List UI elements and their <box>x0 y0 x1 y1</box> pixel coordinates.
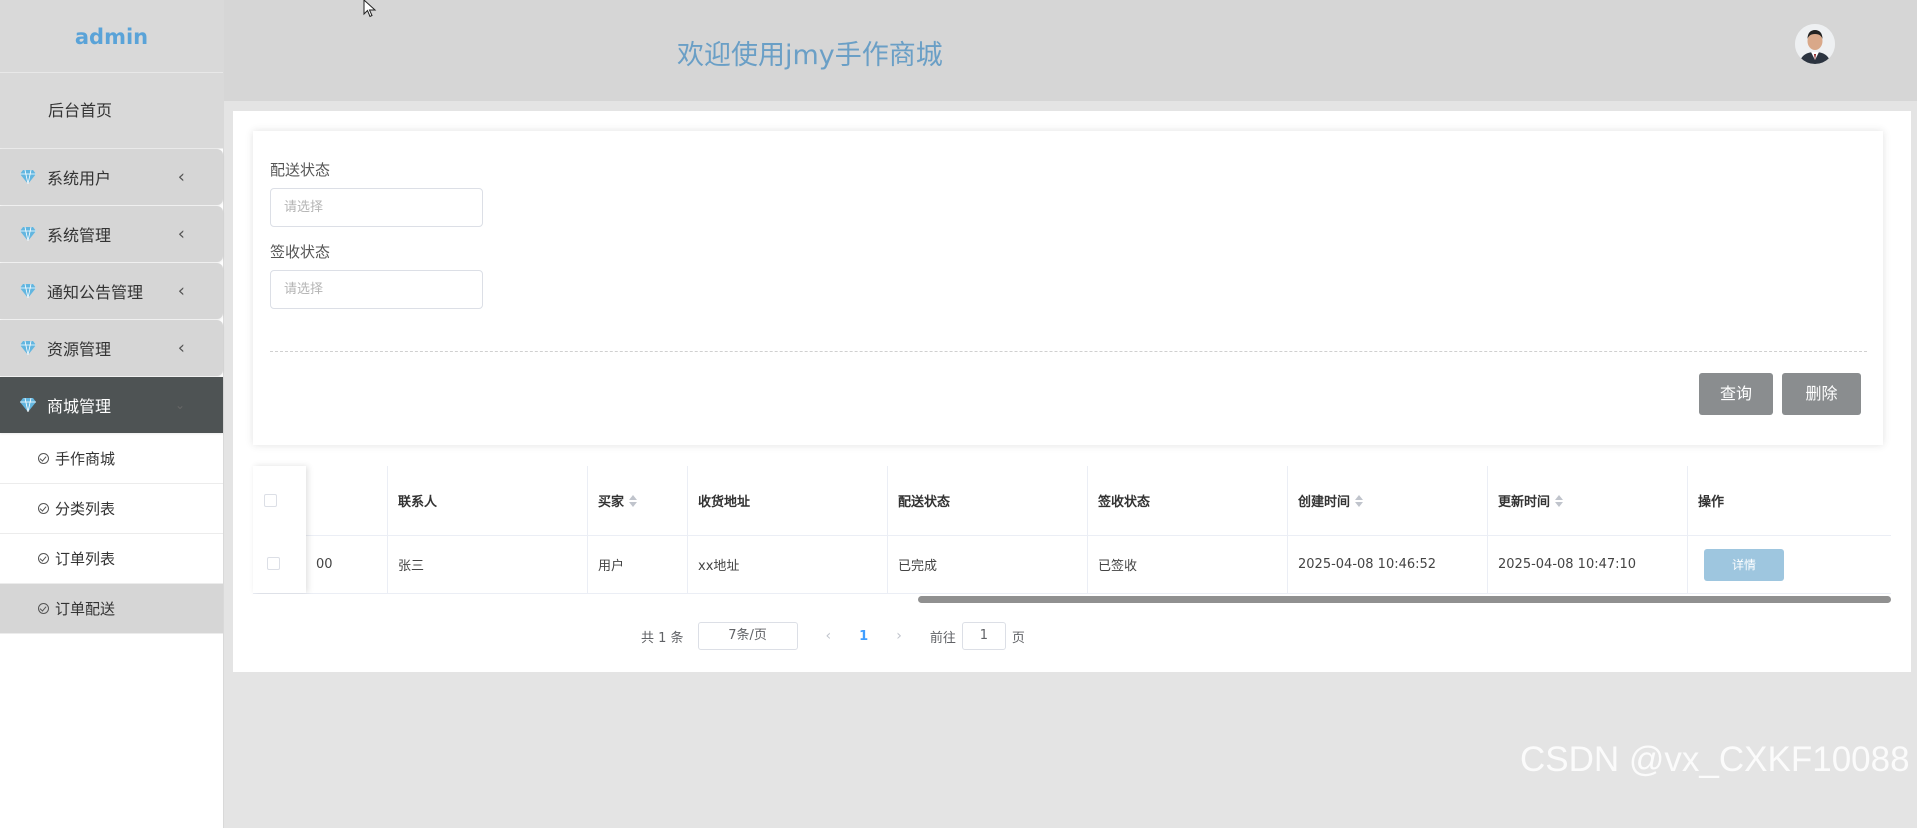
sidebar-item-system-users[interactable]: 系统用户 ‹ <box>0 149 223 205</box>
sidebar-item-resources[interactable]: 资源管理 ‹ <box>0 320 223 376</box>
cell-contact: 张三 <box>388 536 588 593</box>
check-circle-icon <box>38 453 49 464</box>
search-form: 配送状态 请选择 签收状态 请选择 查询 删除 <box>253 131 1883 445</box>
delivery-status-select[interactable]: 请选择 <box>270 188 483 227</box>
sort-icon[interactable] <box>1355 494 1364 507</box>
sidebar-subitem-order-delivery[interactable]: 订单配送 <box>0 584 223 634</box>
diamond-icon <box>20 341 36 355</box>
table-header-receipt: 签收状态 <box>1088 466 1288 535</box>
sidebar-item-mall[interactable]: 商城管理 ⌄ <box>0 377 223 433</box>
cell-receipt-status: 已签收 <box>1088 536 1288 593</box>
sort-icon[interactable] <box>1555 494 1564 507</box>
delete-button[interactable]: 删除 <box>1782 373 1861 415</box>
logo-text: admin <box>0 0 223 73</box>
watermark-text: CSDN @vx_CXKF10088 <box>1520 740 1910 779</box>
check-circle-icon <box>38 553 49 564</box>
cell-id: 00 <box>306 536 388 593</box>
sidebar-subitem-handmade-shop[interactable]: 手作商城 <box>0 434 223 484</box>
data-table: 联系人 买家 收货地址 配送状态 签收状态 创建时间 更新时间 操作 00 张三… <box>253 466 1891 605</box>
cell-buyer: 用户 <box>588 536 688 593</box>
sidebar-subitem-label: 手作商城 <box>55 450 116 468</box>
sort-icon[interactable] <box>629 494 638 507</box>
page-suffix: 页 <box>1011 630 1025 646</box>
chevron-left-icon: ‹ <box>177 337 185 359</box>
cell-created-time: 2025-04-08 10:46:52 <box>1288 536 1488 593</box>
sidebar-item-notices[interactable]: 通知公告管理 ‹ <box>0 263 223 319</box>
cell-delivery-status: 已完成 <box>888 536 1088 593</box>
goto-page-input[interactable]: 1 <box>961 622 1006 650</box>
receipt-status-label: 签收状态 <box>270 243 331 261</box>
cell-actions: 详情 <box>1688 536 1891 593</box>
horizontal-scrollbar[interactable] <box>918 596 1891 603</box>
total-count: 共 1 条 <box>641 630 684 646</box>
table-header-created[interactable]: 创建时间 <box>1288 466 1488 535</box>
pagination: 共 1 条 7条/页 ‹ 1 › 前往 1 页 <box>641 622 1025 650</box>
check-circle-icon <box>38 503 49 514</box>
page-number-current[interactable]: 1 <box>859 629 868 644</box>
sidebar-item-label: 资源管理 <box>47 340 112 359</box>
row-checkbox[interactable] <box>267 557 280 570</box>
table-header-updated[interactable]: 更新时间 <box>1488 466 1688 535</box>
sidebar-item-label: 系统管理 <box>47 226 112 245</box>
prev-page-icon[interactable]: ‹ <box>826 628 832 644</box>
avatar[interactable] <box>1795 24 1835 64</box>
table-row: 00 张三 用户 xx地址 已完成 已签收 2025-04-08 10:46:5… <box>253 536 1891 594</box>
mouse-cursor-icon <box>363 0 377 18</box>
cell-updated-time: 2025-04-08 10:47:10 <box>1488 536 1688 593</box>
sidebar-subitem-category-list[interactable]: 分类列表 <box>0 484 223 534</box>
sidebar-subitem-label: 订单配送 <box>55 600 116 618</box>
sidebar-subitem-label: 订单列表 <box>55 550 116 568</box>
sidebar-item-home[interactable]: 后台首页 <box>0 73 223 149</box>
main-content: 配送状态 请选择 签收状态 请选择 查询 删除 联系人 买家 收货地址 配送状态… <box>233 111 1911 672</box>
diamond-icon <box>20 227 36 241</box>
sidebar: admin 后台首页 系统用户 ‹ 系统管理 ‹ 通知公告管理 ‹ 资源管理 ‹… <box>0 0 224 828</box>
table-header-actions: 操作 <box>1698 495 1725 510</box>
chevron-left-icon: ‹ <box>177 166 185 188</box>
check-circle-icon <box>38 603 49 614</box>
table-header-contact: 联系人 <box>388 466 588 535</box>
sidebar-item-label: 系统用户 <box>47 169 112 188</box>
table-header-address: 收货地址 <box>688 466 888 535</box>
table-header-row: 联系人 买家 收货地址 配送状态 签收状态 创建时间 更新时间 操作 <box>253 466 1891 536</box>
cell-address: xx地址 <box>688 536 888 593</box>
table-header-buyer[interactable]: 买家 <box>588 466 688 535</box>
delivery-status-label: 配送状态 <box>270 161 331 179</box>
header-text: 创建时间 <box>1298 495 1351 510</box>
select-all-checkbox[interactable] <box>264 494 277 507</box>
query-button[interactable]: 查询 <box>1699 373 1773 415</box>
goto-label: 前往 <box>929 630 956 646</box>
sidebar-item-label: 通知公告管理 <box>47 283 144 302</box>
detail-button[interactable]: 详情 <box>1704 548 1784 581</box>
chevron-left-icon: ‹ <box>177 223 185 245</box>
header-text: 买家 <box>598 495 625 510</box>
table-header-delivery: 配送状态 <box>888 466 1088 535</box>
diamond-icon <box>20 284 36 298</box>
table-header-id <box>306 466 388 535</box>
diamond-icon <box>20 170 36 184</box>
header-text: 更新时间 <box>1498 495 1551 510</box>
sidebar-item-label: 商城管理 <box>47 397 112 416</box>
page-title: 欢迎使用jmy手作商城 <box>677 40 943 71</box>
sidebar-item-system-management[interactable]: 系统管理 ‹ <box>0 206 223 262</box>
receipt-status-select[interactable]: 请选择 <box>270 270 483 309</box>
chevron-left-icon: ‹ <box>177 280 185 302</box>
sidebar-subitem-order-list[interactable]: 订单列表 <box>0 534 223 584</box>
chevron-down-icon: ⌄ <box>174 398 185 412</box>
fixed-checkbox-column <box>253 466 306 593</box>
user-avatar-icon <box>1795 24 1835 64</box>
top-header: 欢迎使用jmy手作商城 <box>224 0 1917 101</box>
sidebar-subitem-label: 分类列表 <box>55 500 116 518</box>
diamond-icon <box>20 398 36 412</box>
divider <box>270 351 1867 352</box>
next-page-icon[interactable]: › <box>896 628 902 644</box>
page-size-select[interactable]: 7条/页 <box>697 622 798 650</box>
